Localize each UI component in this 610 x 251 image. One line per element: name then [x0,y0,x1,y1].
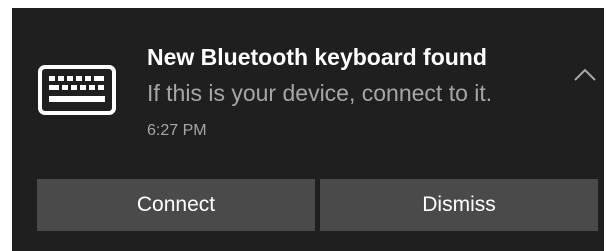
connect-button[interactable]: Connect [37,179,315,231]
bluetooth-notification-toast: New Bluetooth keyboard found If this is … [12,8,604,251]
notification-timestamp: 6:27 PM [147,122,207,139]
chevron-up-icon[interactable] [570,62,600,88]
dismiss-button[interactable]: Dismiss [320,179,598,231]
keyboard-icon [38,65,116,115]
notification-title: New Bluetooth keyboard found [147,44,487,70]
notification-body: If this is your device, connect to it. [147,80,493,106]
